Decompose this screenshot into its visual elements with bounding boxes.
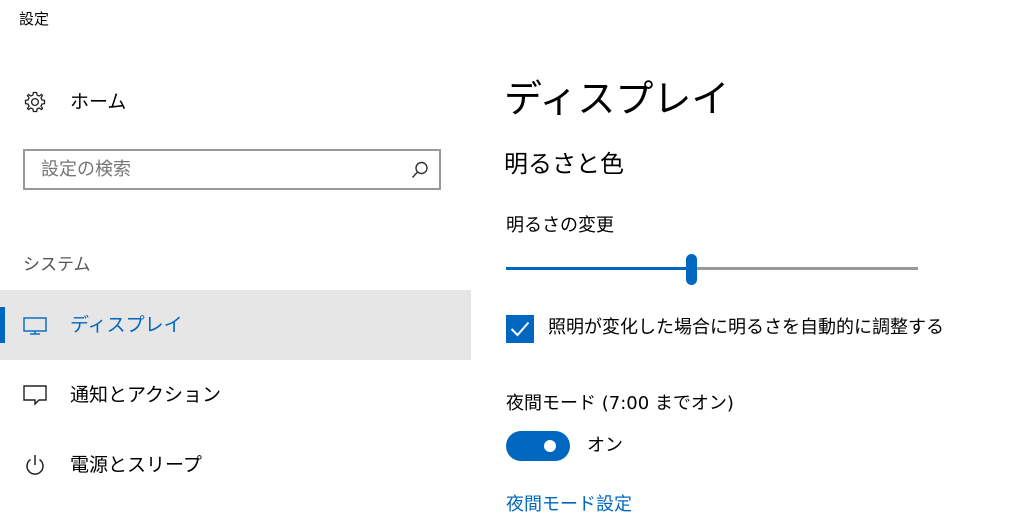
home-label: ホーム bbox=[70, 91, 127, 113]
slider-thumb[interactable] bbox=[686, 254, 697, 285]
sidebar-item-power[interactable]: 電源とスリープ bbox=[0, 430, 471, 500]
night-light-toggle[interactable] bbox=[506, 431, 570, 461]
brightness-slider[interactable] bbox=[506, 254, 918, 285]
night-light-label: 夜間モード (7:00 までオン) bbox=[506, 393, 734, 414]
selection-indicator bbox=[0, 307, 5, 343]
app-title: 設定 bbox=[19, 10, 50, 28]
main-content: ディスプレイ 明るさと色 明るさの変更 照明が変化した場合に明るさを自動的に調整… bbox=[471, 0, 1024, 529]
monitor-icon bbox=[22, 313, 48, 337]
section-heading: 明るさと色 bbox=[504, 150, 624, 178]
slider-fill bbox=[506, 267, 691, 270]
search-input[interactable] bbox=[41, 151, 401, 188]
night-light-toggle-row: オン bbox=[506, 431, 706, 463]
sidebar-item-label: 通知とアクション bbox=[70, 384, 222, 406]
power-icon bbox=[22, 453, 48, 477]
auto-brightness-option[interactable]: 照明が変化した場合に明るさを自動的に調整する bbox=[506, 313, 1006, 345]
sidebar-item-notifications[interactable]: 通知とアクション bbox=[0, 360, 471, 430]
toggle-state-label: オン bbox=[587, 435, 623, 456]
sidebar-item-label: 電源とスリープ bbox=[70, 454, 202, 476]
settings-window: 設定 ホーム 設定の検索 システム ディスプレイ 通知とアクション 電源とスリー… bbox=[0, 0, 1024, 529]
search-icon[interactable] bbox=[410, 160, 430, 180]
sidebar-item-home[interactable]: ホーム bbox=[0, 80, 471, 124]
auto-brightness-label: 照明が変化した場合に明るさを自動的に調整する bbox=[548, 317, 944, 338]
sidebar-item-label: ディスプレイ bbox=[70, 314, 183, 336]
section-label-system: システム bbox=[23, 255, 91, 275]
sidebar: ホーム システム bbox=[0, 40, 471, 529]
gear-icon bbox=[23, 90, 47, 114]
search-box[interactable] bbox=[23, 149, 441, 190]
notification-icon bbox=[22, 383, 48, 407]
auto-brightness-checkbox[interactable] bbox=[506, 315, 534, 343]
page-title: ディスプレイ bbox=[504, 77, 730, 121]
toggle-knob bbox=[544, 440, 556, 452]
sidebar-item-display[interactable]: ディスプレイ bbox=[0, 290, 471, 360]
brightness-label: 明るさの変更 bbox=[506, 215, 614, 236]
night-light-settings-link[interactable]: 夜間モード設定 bbox=[506, 493, 632, 517]
